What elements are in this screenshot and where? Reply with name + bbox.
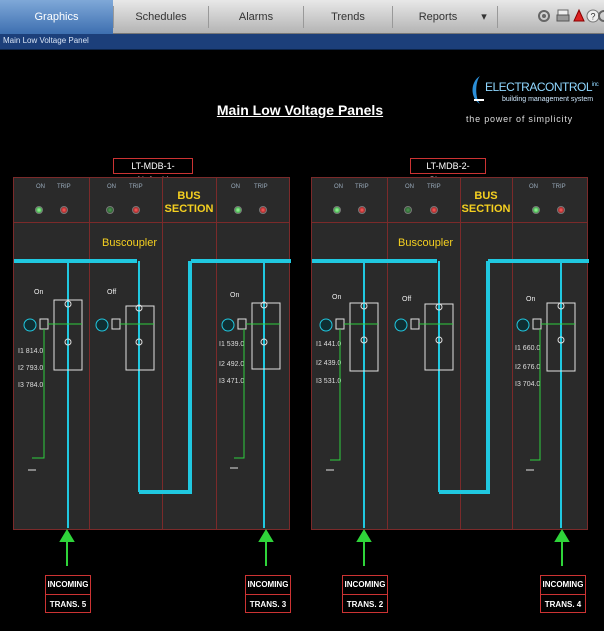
breadcrumb-bar: Main Low Voltage Panel [0, 34, 604, 50]
tab-alarms[interactable]: Alarms [209, 0, 303, 34]
relay-box [237, 318, 247, 330]
tab-graphics[interactable]: Graphics [0, 0, 113, 34]
nav-divider [497, 6, 498, 28]
ground-line [530, 329, 541, 461]
incoming-label: INCOMING [343, 576, 387, 595]
motor-symbol [95, 318, 109, 332]
incoming-trans-3[interactable]: INCOMING TRANS. 3 [245, 575, 291, 613]
relay-box [532, 318, 542, 330]
panel-lt-mdb-1: ON TRIP ON TRIP BUS SECTION ON TRIP Busco… [13, 177, 291, 530]
incoming-label: INCOMING [541, 576, 585, 595]
top-nav-bar: Graphics Schedules Alarms Trends Reports… [0, 0, 604, 34]
relay-box [111, 318, 121, 330]
motor-symbol [319, 318, 333, 332]
power-icon[interactable] [596, 8, 604, 24]
logo-subtitle: building management system [502, 96, 594, 103]
relay-box [410, 318, 420, 330]
bus-section-link [139, 261, 192, 494]
ground-line [32, 329, 45, 459]
logo-tagline: the power of simplicity [466, 114, 573, 124]
company-logo: ELECTRACONTROLinc building management sy… [466, 72, 599, 130]
panel-lt-mdb-2: ON TRIP ON TRIP BUS SECTION ON TRIP Busco… [311, 177, 589, 530]
panel-title-lt-mdb-2: LT-MDB-2-Cleopatra [410, 158, 486, 185]
transformer-label: TRANS. 5 [49, 600, 87, 609]
ground-line [330, 329, 341, 461]
tab-reports[interactable]: Reports [393, 0, 483, 34]
logo-name: ELECTRACONTROLinc [485, 80, 599, 94]
logo-mark-icon [472, 76, 484, 104]
incoming-trans-2[interactable]: INCOMING TRANS. 2 [342, 575, 388, 613]
motor-symbol [221, 318, 235, 332]
breadcrumb: Main Low Voltage Panel [3, 36, 89, 45]
print-icon[interactable] [555, 8, 571, 24]
incoming-label: INCOMING [46, 576, 90, 595]
transformer-label: TRANS. 2 [346, 600, 384, 609]
ground-line [234, 329, 245, 459]
page-title: Main Low Voltage Panels [216, 102, 384, 118]
bus-section-link [439, 261, 490, 494]
tab-trends[interactable]: Trends [304, 0, 392, 34]
transformer-label: TRANS. 4 [544, 600, 582, 609]
single-line-diagram-1 [14, 259, 291, 528]
incoming-label: INCOMING [246, 576, 290, 595]
incoming-trans-4[interactable]: INCOMING TRANS. 4 [540, 575, 586, 613]
reports-dropdown-arrow-icon[interactable]: ▾ [478, 0, 490, 34]
panel-title-lt-mdb-1: LT-MDB-1- Nefertiti [113, 158, 193, 185]
breaker-enclosure [251, 302, 281, 370]
motor-symbol [23, 318, 37, 332]
motor-symbol [516, 318, 530, 332]
incoming-trans-5[interactable]: INCOMING TRANS. 5 [45, 575, 91, 613]
single-line-diagram-2 [312, 259, 589, 528]
motor-symbol [394, 318, 408, 332]
settings-icon[interactable] [536, 8, 552, 24]
relay-box [39, 318, 49, 330]
tab-schedules[interactable]: Schedules [114, 0, 208, 34]
svg-text:?: ? [590, 12, 595, 22]
transformer-label: TRANS. 3 [249, 600, 287, 609]
relay-box [335, 318, 345, 330]
